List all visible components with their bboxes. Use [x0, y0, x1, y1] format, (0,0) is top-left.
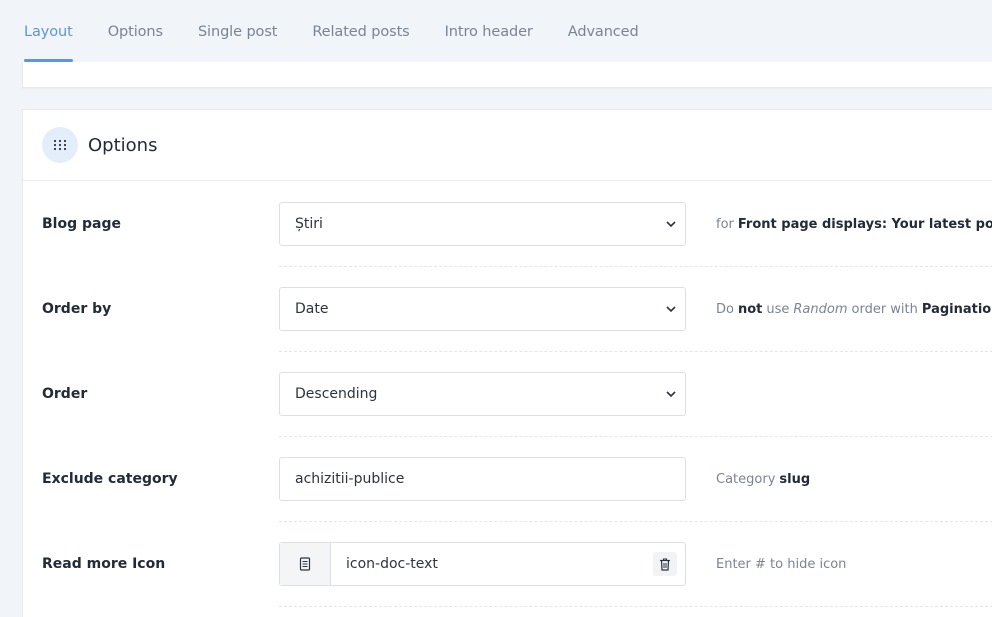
row-blog-page: Blog page Știri for Front page displays:…	[23, 202, 992, 287]
read-more-icon-label: Read more Icon	[42, 556, 166, 572]
blog-page-value: Știri	[295, 216, 323, 232]
row-divider	[279, 266, 992, 267]
row-exclude-category: Exclude category achizitii-publice Categ…	[23, 457, 992, 542]
order-by-label: Order by	[42, 301, 112, 317]
tab-related-posts[interactable]: Related posts	[312, 0, 409, 62]
hint-bold: Pagination	[921, 301, 992, 317]
grid-dots-icon	[42, 127, 78, 163]
panel-header: Options	[23, 110, 992, 181]
exclude-category-value: achizitii-publice	[295, 471, 405, 487]
row-order-by: Order by Date Do not use Random order wi…	[23, 287, 992, 372]
tab-options[interactable]: Options	[108, 0, 163, 62]
row-read-more-icon: Read more Icon icon-doc-text Enter # to …	[23, 542, 992, 617]
hint-text: order with	[851, 301, 918, 317]
order-value: Descending	[295, 386, 378, 402]
hint-text: use	[766, 301, 790, 317]
order-label: Order	[42, 386, 88, 402]
exclude-category-label: Exclude category	[42, 471, 178, 487]
order-by-hint: Do not use Random order with Pagination …	[716, 287, 992, 331]
row-divider	[279, 606, 992, 607]
previous-panel-bottom	[22, 62, 992, 88]
row-order: Order Descending	[23, 372, 992, 457]
exclude-category-input[interactable]: achizitii-publice	[279, 457, 686, 501]
hint-italic: Random	[793, 301, 848, 317]
order-by-select[interactable]: Date	[279, 287, 686, 331]
blog-page-label: Blog page	[42, 216, 121, 232]
read-more-icon-hint: Enter # to hide icon	[716, 556, 847, 572]
hint-text: for	[716, 216, 734, 232]
hint-text: Do	[716, 301, 734, 317]
panel-title: Options	[88, 134, 158, 156]
tab-bar: Layout Options Single post Related posts…	[0, 0, 992, 62]
row-divider	[279, 436, 992, 437]
options-panel: Options Blog page Știri for Front page d…	[22, 109, 992, 617]
row-divider	[279, 521, 992, 522]
chevron-down-icon	[666, 306, 676, 313]
read-more-icon-input[interactable]: icon-doc-text	[279, 542, 686, 586]
blog-page-select[interactable]: Știri	[279, 202, 686, 246]
tab-layout[interactable]: Layout	[24, 0, 73, 62]
blog-page-hint: for Front page displays: Your latest pos…	[716, 202, 992, 246]
tab-single-post[interactable]: Single post	[198, 0, 278, 62]
order-select[interactable]: Descending	[279, 372, 686, 416]
tab-intro-header[interactable]: Intro header	[445, 0, 533, 62]
hint-bold: not	[737, 301, 763, 317]
chevron-down-icon	[666, 221, 676, 228]
hint-text: Category	[716, 471, 776, 487]
hint-bold: slug	[779, 471, 811, 487]
tab-advanced[interactable]: Advanced	[568, 0, 639, 62]
hint-bold: Front page displays: Your latest posts	[737, 216, 992, 232]
order-by-value: Date	[295, 301, 329, 317]
chevron-down-icon	[666, 391, 676, 398]
doc-text-icon[interactable]	[280, 543, 331, 585]
read-more-icon-value: icon-doc-text	[346, 556, 438, 572]
row-divider	[279, 351, 992, 352]
exclude-category-hint: Category slug	[716, 457, 814, 501]
trash-icon[interactable]	[653, 552, 677, 576]
